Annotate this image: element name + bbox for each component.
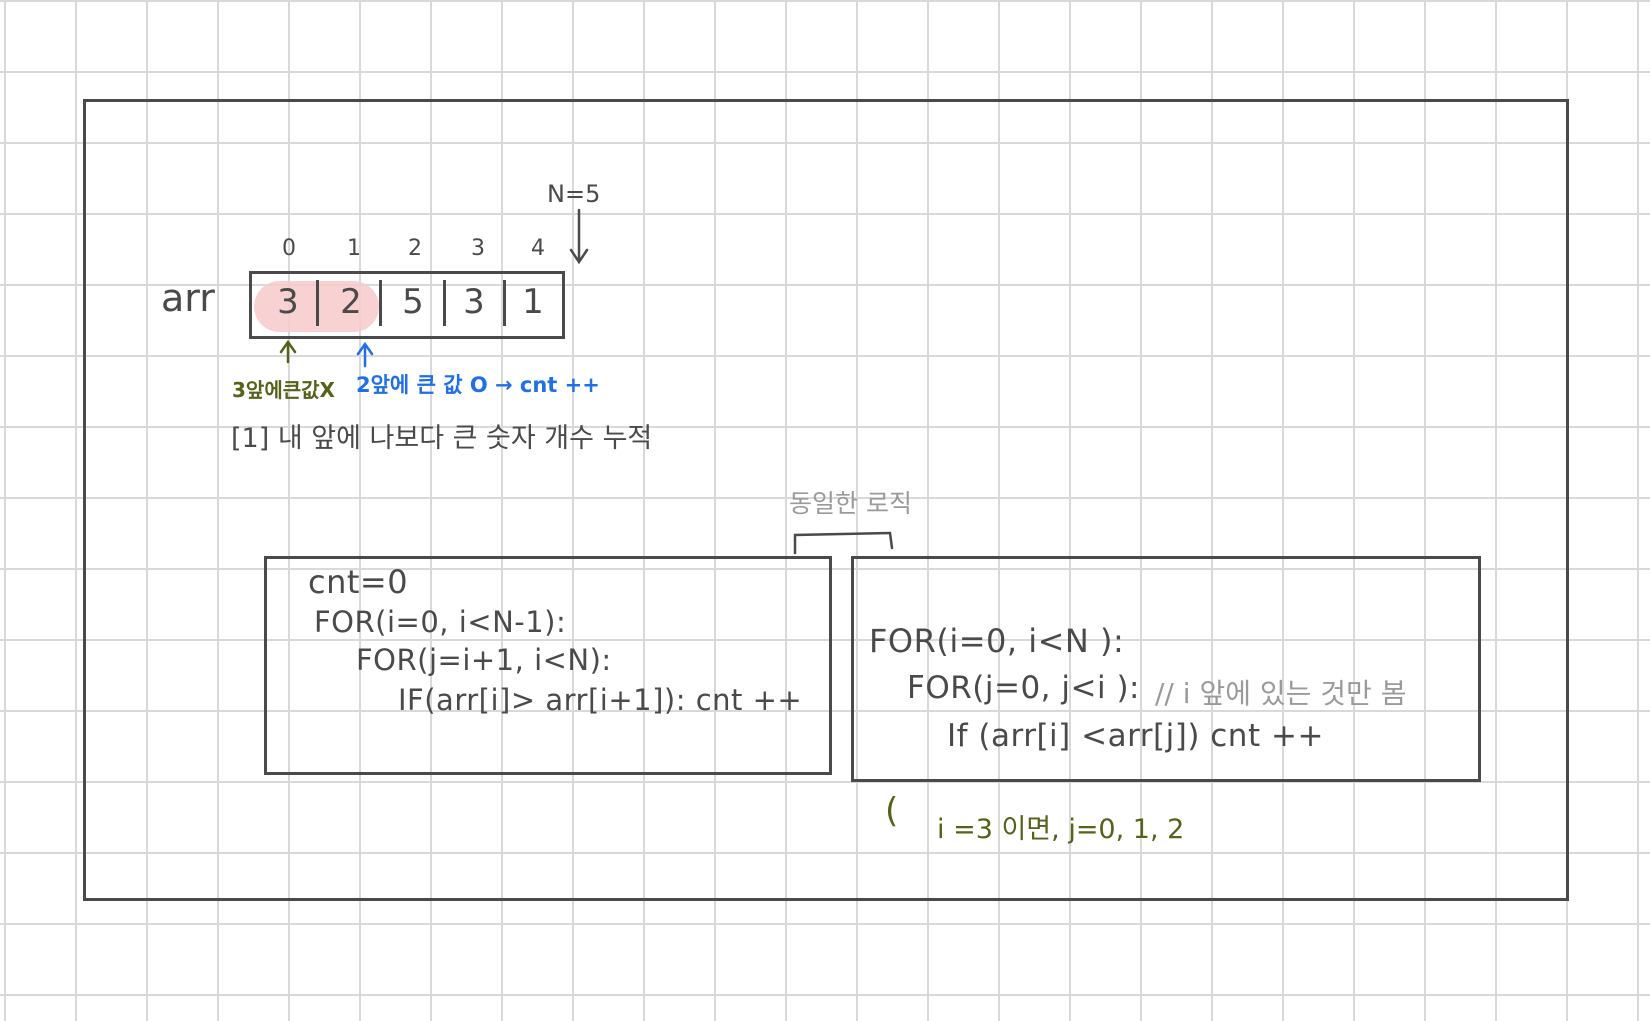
footnote-paren: ( xyxy=(885,791,899,831)
code-comment: // i 앞에 있는 것만 봄 xyxy=(1155,677,1407,710)
code-line: FOR(j=0, j<i ): xyxy=(907,670,1140,706)
same-logic-bracket xyxy=(793,531,894,555)
code-line: IF(arr[i]> arr[i+1]): cnt ++ xyxy=(398,683,803,717)
code-line: FOR(i=0, i<N ): xyxy=(869,622,1125,660)
up-arrow-blue xyxy=(356,341,374,368)
code-line: cnt=0 xyxy=(308,563,409,601)
code-line: FOR(j=i+1, i<N): xyxy=(356,643,612,677)
section-title: [1] 내 앞에 나보다 큰 숫자 개수 누적 xyxy=(231,423,653,454)
code-line: FOR(i=0, i<N-1): xyxy=(314,605,567,639)
footnote-text: i =3 이면, j=0, 1, 2 xyxy=(937,814,1185,845)
up-arrow-olive xyxy=(279,339,297,364)
same-logic-label: 동일한 로직 xyxy=(789,489,912,518)
note-second-value: 2앞에 큰 값 O → cnt ++ xyxy=(356,373,600,397)
n-down-arrow xyxy=(569,208,589,265)
note-first-value: 3앞에큰값X xyxy=(232,378,335,402)
code-line: If (arr[i] <arr[j]) cnt ++ xyxy=(947,718,1324,754)
